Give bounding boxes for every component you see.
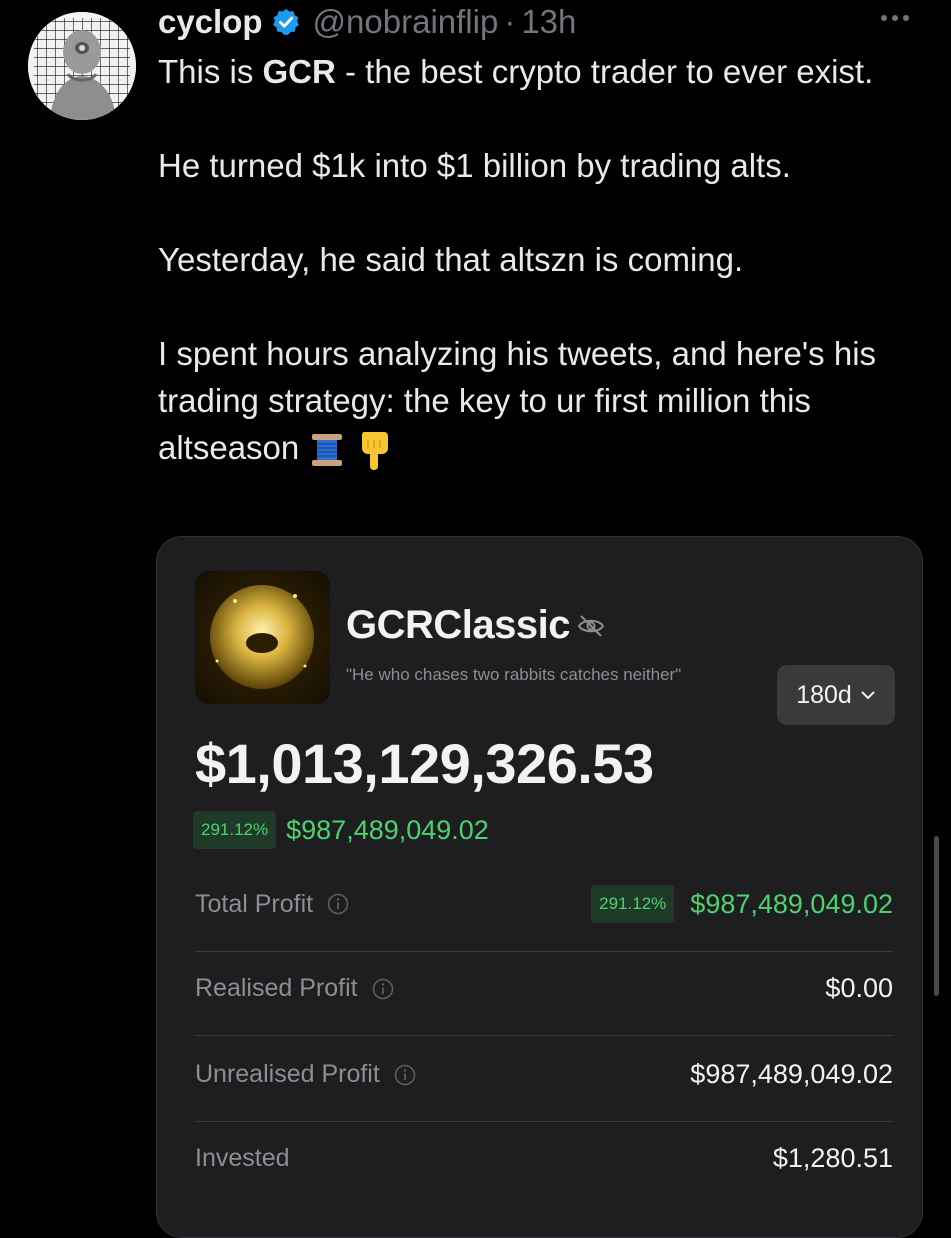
total-profit-label: Total Profit	[195, 889, 314, 918]
pointing-down-hand-emoji	[361, 432, 388, 471]
total-profit-percent-badge: 291.12%	[591, 885, 675, 923]
invested-row: Invested $1,280.51	[195, 1143, 893, 1174]
info-icon[interactable]	[327, 893, 349, 915]
gain-percent-badge: 291.12%	[193, 811, 277, 849]
more-options-icon[interactable]	[881, 8, 917, 28]
tweet-header: cyclop @nobrainflip · 13h	[158, 2, 576, 42]
invested-label: Invested	[195, 1144, 290, 1172]
invested-value: $1,280.51	[772, 1143, 893, 1173]
account-title: GCRClassic	[346, 603, 606, 648]
tweet-paragraph-3: Yesterday, he said that altszn is coming…	[158, 241, 744, 278]
realised-profit-label-wrap: Realised Profit	[195, 974, 394, 1003]
divider	[195, 1035, 893, 1036]
scrollbar[interactable]	[934, 836, 939, 996]
tweet-text: This is GCR - the best crypto trader to …	[158, 48, 918, 472]
tweet-paragraph-4-text: I spent hours analyzing his tweets, and …	[158, 335, 877, 466]
author-name[interactable]: cyclop	[158, 3, 263, 41]
tweet-paragraph-4: I spent hours analyzing his tweets, and …	[158, 330, 918, 472]
period-label: 180d	[796, 680, 852, 709]
gain-row: 291.12% $987,489,049.02	[193, 811, 489, 849]
period-selector[interactable]: 180d	[777, 665, 895, 725]
info-icon[interactable]	[394, 1064, 416, 1086]
total-profit-value: $987,489,049.02	[690, 888, 893, 919]
account-motto: "He who chases two rabbits catches neith…	[346, 665, 682, 684]
author-handle[interactable]: @nobrainflip	[313, 3, 499, 41]
verified-badge-icon	[272, 8, 299, 35]
realised-profit-row: Realised Profit $0.00	[195, 973, 893, 1004]
account-name: GCRClassic	[346, 603, 570, 647]
thread-spool-emoji	[312, 434, 343, 467]
tweet-line1-bold: GCR	[262, 53, 336, 90]
unrealised-profit-label-wrap: Unrealised Profit	[195, 1060, 416, 1089]
tweet-line1-pre: This is	[158, 53, 263, 90]
hidden-eye-icon[interactable]	[576, 613, 606, 639]
unrealised-profit-label: Unrealised Profit	[195, 1060, 380, 1088]
divider	[195, 1121, 893, 1122]
tweet-paragraph-1: This is GCR - the best crypto trader to …	[158, 48, 918, 95]
realised-profit-label: Realised Profit	[195, 974, 358, 1002]
total-profit-label-wrap: Total Profit	[195, 890, 349, 919]
gain-value: $987,489,049.02	[286, 814, 489, 845]
total-profit-values: 291.12% $987,489,049.02	[591, 885, 893, 923]
total-profit-row: Total Profit 291.12% $987,489,049.02	[195, 885, 893, 923]
tweet-paragraph-2: He turned $1k into $1 billion by trading…	[158, 147, 791, 184]
info-icon[interactable]	[372, 978, 394, 1000]
total-balance: $1,013,129,326.53	[195, 732, 654, 795]
divider	[195, 951, 893, 952]
unrealised-profit-value: $987,489,049.02	[690, 1059, 893, 1089]
avatar[interactable]	[28, 12, 136, 120]
account-logo	[195, 571, 330, 704]
tweet-timestamp[interactable]: 13h	[521, 3, 576, 41]
unrealised-profit-row: Unrealised Profit $987,489,049.02	[195, 1059, 893, 1090]
tweet-line1-post: - the best crypto trader to ever exist.	[335, 53, 874, 90]
chevron-down-icon	[861, 691, 875, 700]
portfolio-card[interactable]: GCRClassic "He who chases two rabbits ca…	[156, 536, 923, 1238]
avatar-image	[28, 12, 136, 120]
separator-dot: ·	[504, 3, 516, 40]
realised-profit-value: $0.00	[825, 973, 893, 1003]
